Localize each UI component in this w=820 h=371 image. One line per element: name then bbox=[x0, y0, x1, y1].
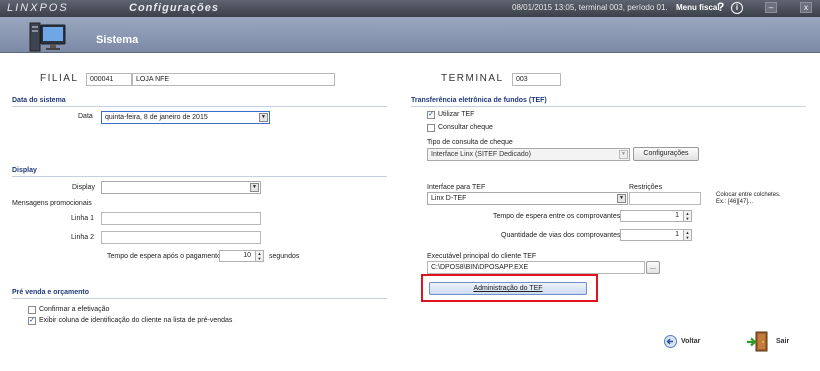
title-bar: LINXPOS Configurações 08/01/2015 13:05, … bbox=[0, 0, 820, 17]
spinner-arrows-icon[interactable]: ▲ ▼ bbox=[255, 251, 263, 261]
filial-label: Filial bbox=[40, 73, 79, 84]
page-title: Sistema bbox=[96, 34, 139, 46]
section-display: Display bbox=[12, 167, 37, 174]
tipo-consulta-value: Interface Linx (SITEF Dedicado) bbox=[431, 151, 531, 158]
section-pre-venda: Pré venda e orçamento bbox=[12, 289, 90, 296]
menu-fiscal-link[interactable]: Menu fiscal bbox=[676, 3, 720, 12]
restricoes-field[interactable] bbox=[629, 192, 701, 205]
tempo-pagamento-label: Tempo de espera após o pagamento bbox=[107, 253, 222, 260]
tipo-consulta-select[interactable]: Interface Linx (SITEF Dedicado) ▼ bbox=[427, 148, 630, 161]
computer-icon bbox=[29, 22, 66, 52]
chevron-down-icon[interactable]: ▼ bbox=[259, 113, 268, 122]
utilizar-tef-checkbox[interactable]: ✓ bbox=[427, 111, 435, 119]
spinner-arrows-icon[interactable]: ▲ ▼ bbox=[683, 211, 691, 221]
data-select[interactable]: quinta-feira, 8 de janeiro de 2015 ▼ bbox=[101, 111, 270, 124]
terminal-field[interactable]: 003 bbox=[512, 73, 561, 86]
restricoes-label: Restrições bbox=[629, 184, 663, 191]
linha2-label: Linha 2 bbox=[71, 234, 94, 241]
help-icon[interactable]: ? bbox=[717, 0, 724, 14]
display-label: Display bbox=[72, 184, 95, 191]
segundos-label: segundos bbox=[269, 253, 300, 260]
confirmar-checkbox[interactable] bbox=[28, 306, 36, 314]
section-tef: Transferência eletrônica de fundos (TEF) bbox=[411, 97, 547, 104]
section-divider bbox=[411, 106, 806, 107]
module-title: Configurações bbox=[129, 2, 220, 14]
app-logo: LINXPOS bbox=[7, 2, 69, 14]
exibir-checkbox[interactable]: ✓ bbox=[28, 317, 36, 325]
browse-button[interactable]: ... bbox=[646, 261, 660, 274]
tempo-comprovantes-value: 1 bbox=[675, 212, 679, 219]
interface-tef-select[interactable]: Linx D-TEF ▼ bbox=[427, 192, 628, 205]
linha2-field[interactable] bbox=[101, 231, 261, 244]
configuracoes-button[interactable]: Configurações bbox=[633, 147, 699, 161]
voltar-button[interactable]: Voltar bbox=[664, 335, 704, 349]
colchetes-example: Ex.: [46][47]... bbox=[716, 199, 754, 205]
chevron-down-icon[interactable]: ▼ bbox=[617, 194, 626, 203]
section-divider bbox=[12, 176, 387, 177]
data-select-value: quinta-feira, 8 de janeiro de 2015 bbox=[105, 114, 208, 121]
section-divider bbox=[12, 106, 387, 107]
exibir-label: Exibir coluna de identificação do client… bbox=[39, 317, 233, 324]
status-text: 08/01/2015 13:05, terminal 003, período … bbox=[512, 3, 668, 12]
page-header: Sistema bbox=[0, 17, 820, 53]
voltar-label: Voltar bbox=[681, 338, 701, 345]
close-window-button[interactable]: x bbox=[800, 2, 812, 13]
tempo-pagamento-stepper[interactable]: 10 ▲ ▼ bbox=[219, 250, 264, 262]
utilizar-tef-label: Utilizar TEF bbox=[438, 111, 475, 118]
filial-code-field[interactable]: 000041 bbox=[86, 73, 132, 86]
exit-door-icon bbox=[747, 331, 768, 352]
display-select[interactable]: ▼ bbox=[101, 181, 261, 194]
vias-label: Quantidade de vias dos comprovantes bbox=[501, 232, 621, 239]
tipo-consulta-label: Tipo de consulta de cheque bbox=[427, 139, 513, 146]
info-icon[interactable]: i bbox=[731, 2, 743, 14]
section-data-sistema: Data do sistema bbox=[12, 97, 66, 104]
chevron-down-icon[interactable]: ▼ bbox=[619, 150, 628, 159]
interface-tef-value: Linx D-TEF bbox=[431, 195, 467, 202]
mensagens-label: Mensagens promocionais bbox=[12, 200, 92, 207]
back-arrow-icon bbox=[664, 335, 677, 348]
consultar-cheque-label: Consultar cheque bbox=[438, 124, 493, 131]
tempo-comprovantes-stepper[interactable]: 1 ▲ ▼ bbox=[620, 210, 692, 222]
interface-tef-label: Interface para TEF bbox=[427, 184, 486, 191]
consultar-cheque-checkbox[interactable] bbox=[427, 124, 435, 132]
chevron-down-icon[interactable]: ▼ bbox=[250, 183, 259, 192]
sair-label: Sair bbox=[776, 338, 790, 345]
vias-value: 1 bbox=[675, 231, 679, 238]
tempo-comprovantes-label: Tempo de espera entre os comprovantes bbox=[493, 213, 621, 220]
tempo-pagamento-value: 10 bbox=[243, 252, 251, 259]
minimize-button[interactable]: – bbox=[765, 2, 777, 13]
linha1-label: Linha 1 bbox=[71, 215, 94, 222]
confirmar-label: Confirmar a efetivação bbox=[39, 306, 110, 313]
data-label: Data bbox=[78, 113, 93, 120]
executavel-field[interactable]: C:\DPOS8\BIN\DPOSAPP.EXE bbox=[427, 261, 645, 274]
filial-name-field[interactable]: LOJA NFE bbox=[132, 73, 335, 86]
sair-button[interactable]: Sair bbox=[746, 331, 796, 353]
colchetes-hint: Colocar entre colchetes. bbox=[716, 192, 781, 198]
executavel-label: Executável principal do cliente TEF bbox=[427, 253, 537, 260]
administracao-tef-button[interactable]: Administração do TEF bbox=[429, 282, 587, 295]
section-divider bbox=[12, 298, 387, 299]
linha1-field[interactable] bbox=[101, 212, 261, 225]
vias-stepper[interactable]: 1 ▲ ▼ bbox=[620, 229, 692, 241]
terminal-label: Terminal bbox=[441, 73, 504, 84]
spinner-arrows-icon[interactable]: ▲ ▼ bbox=[683, 230, 691, 240]
